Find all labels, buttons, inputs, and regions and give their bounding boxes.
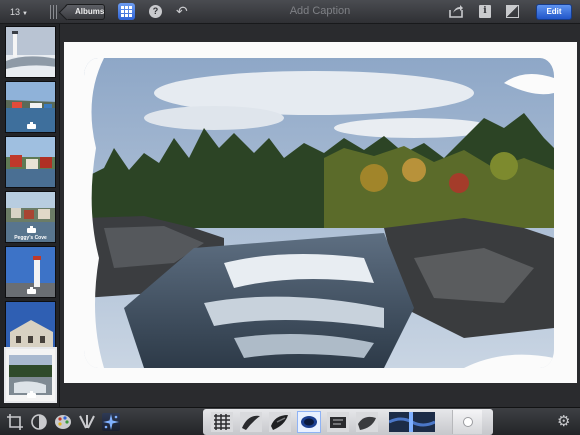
photo-count-button[interactable]: 13 ▼ xyxy=(6,4,32,20)
top-toolbar: 13 ▼ Albums ? ↶ Add Caption i Edit xyxy=(0,0,580,24)
effects-tool-icon[interactable] xyxy=(102,413,120,431)
thumbnail-caption: Peggy's Cove xyxy=(14,235,47,241)
red-eye-brush-icon[interactable] xyxy=(240,412,262,432)
undo-icon[interactable]: ↶ xyxy=(176,3,192,19)
photo-count: 13 xyxy=(10,7,21,17)
thumbnail-lighthouse-winter[interactable] xyxy=(5,26,56,78)
sharpen-brush-icon[interactable] xyxy=(388,412,436,432)
thumbnail-red-houses[interactable] xyxy=(5,136,56,188)
repair-brush-icon[interactable] xyxy=(211,412,233,432)
lighten-brush-icon[interactable] xyxy=(327,412,349,432)
edited-badge-icon xyxy=(27,122,36,129)
edited-badge-icon xyxy=(27,287,36,294)
edited-badge-icon xyxy=(27,226,36,233)
albums-label: Albums xyxy=(75,7,105,16)
caption-field[interactable]: Add Caption xyxy=(260,5,380,17)
brush-tray[interactable] xyxy=(203,409,493,435)
color-tool-icon[interactable] xyxy=(54,413,72,431)
brush-size-handle[interactable] xyxy=(452,410,482,434)
grid-view-icon[interactable] xyxy=(118,3,135,20)
thumbnail-peggys-cove[interactable]: Peggy's Cove xyxy=(5,191,56,243)
thumbnail-lighthouse-blue-sky[interactable] xyxy=(5,246,56,298)
bottom-toolbar: ⚙ xyxy=(0,407,580,435)
saturate-brush-icon[interactable] xyxy=(269,412,291,432)
thumbnail-harbor-boats[interactable] xyxy=(5,81,56,133)
darken-brush-icon[interactable] xyxy=(356,412,378,432)
edited-badge-icon xyxy=(27,391,36,398)
info-icon[interactable]: i xyxy=(479,5,491,18)
thumbnail-victorian-building[interactable] xyxy=(5,301,56,353)
edited-photo-waterfall[interactable] xyxy=(84,58,554,368)
help-icon[interactable]: ? xyxy=(149,5,162,18)
compare-original-icon[interactable] xyxy=(506,5,519,18)
share-icon[interactable] xyxy=(448,4,464,19)
gear-icon[interactable]: ⚙ xyxy=(557,414,573,430)
brushes-tool-icon[interactable] xyxy=(78,413,96,431)
crop-tool-icon[interactable] xyxy=(6,413,24,431)
strip-toggle-grip[interactable] xyxy=(50,5,58,19)
edit-button[interactable]: Edit xyxy=(536,4,572,20)
chevron-down-icon: ▼ xyxy=(22,11,28,17)
thumbnail-strip[interactable]: Peggy's Cove xyxy=(0,24,60,407)
albums-back-button[interactable]: Albums xyxy=(65,4,105,20)
exposure-tool-icon[interactable] xyxy=(30,413,48,431)
thumbnail-waterfall[interactable] xyxy=(4,347,57,403)
desaturate-brush-icon[interactable] xyxy=(298,412,320,432)
photo-editor-app: 13 ▼ Albums ? ↶ Add Caption i Edit Peggy… xyxy=(0,0,580,435)
